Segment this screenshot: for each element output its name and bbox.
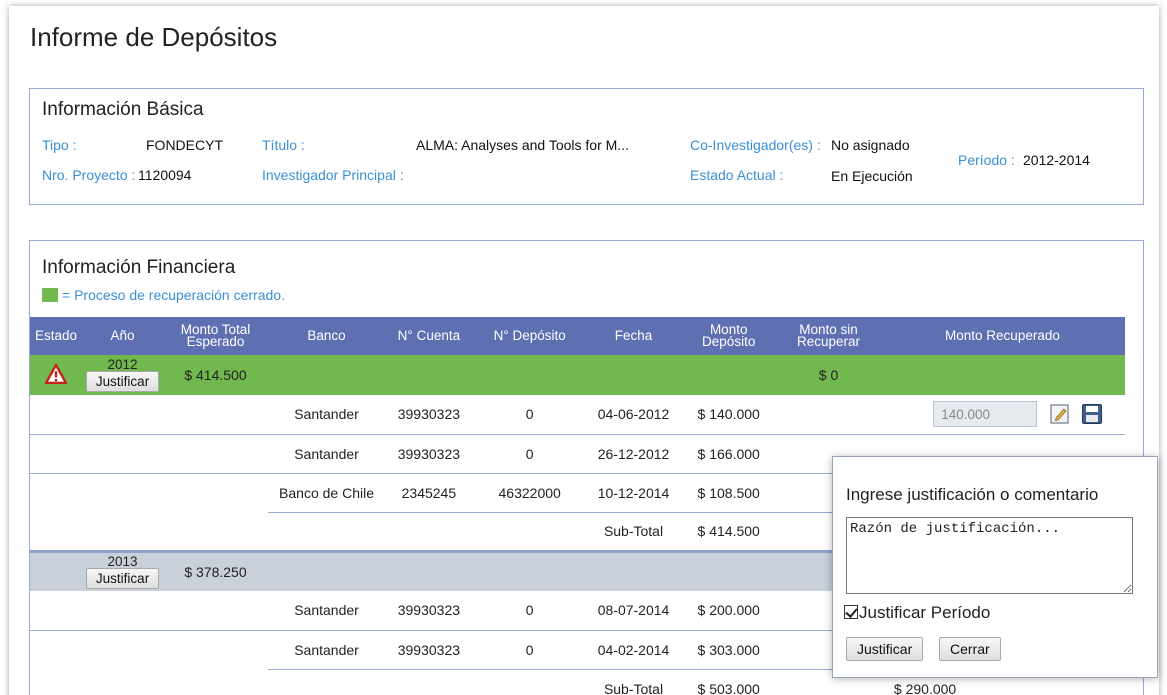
- recovered-cell: [879, 395, 1125, 435]
- justify-period-row[interactable]: Justificar Período: [844, 603, 990, 623]
- warning-icon: [44, 363, 67, 384]
- page-title: Informe de Depósitos: [30, 22, 278, 52]
- popup-justify-button[interactable]: Justificar: [846, 637, 924, 661]
- col-cuenta: N° Cuenta: [385, 317, 473, 355]
- coinvestigador-label: Co-Investigador(es) :: [690, 137, 821, 153]
- year-cell: 2013 Justificar: [81, 549, 164, 591]
- fecha-cell: 04-02-2014: [586, 630, 681, 670]
- edit-icon[interactable]: [1049, 403, 1071, 425]
- col-fecha: Fecha: [586, 317, 681, 355]
- justify-button-2012[interactable]: Justificar: [85, 371, 160, 392]
- cuenta-cell: 39930323: [385, 591, 473, 631]
- recovered-amount-input[interactable]: [933, 401, 1038, 428]
- periodo-label: Período :: [958, 152, 1015, 168]
- fecha-cell: 26-12-2012: [586, 434, 681, 474]
- cuenta-cell: 39930323: [385, 434, 473, 474]
- tipo-label: Tipo :: [42, 137, 77, 153]
- popup-title: Ingrese justificación o comentario: [846, 485, 1099, 504]
- legend-swatch: [42, 288, 58, 302]
- monto-cell: $ 200.000: [680, 591, 778, 631]
- col-monto-total-esperado: Monto Total Esperado: [163, 317, 268, 355]
- legend-text: = Proceso de recuperación cerrado.: [62, 287, 285, 303]
- fecha-cell: 04-06-2012: [586, 395, 681, 435]
- tipo-value: FONDECYT: [146, 137, 223, 153]
- justify-button-2013[interactable]: Justificar: [85, 567, 160, 589]
- banco-cell: Santander: [267, 434, 386, 474]
- nro-proyecto-label: Nro. Proyecto :: [42, 167, 136, 183]
- justify-period-checkbox[interactable]: [844, 605, 858, 619]
- monto-cell: $ 140.000: [680, 395, 778, 435]
- year-row-2012: 2012 Justificar $ 414.500 $ 0: [30, 355, 1125, 395]
- deposito-cell: 0: [472, 395, 587, 435]
- col-estado: Estado: [30, 317, 82, 355]
- subtotal-label: Sub-Total: [586, 512, 681, 551]
- table-row: Santander 39930323 0 04-06-2012 $ 140.00…: [30, 395, 1125, 435]
- estado-actual-value: En Ejecución: [831, 168, 913, 184]
- expected-amount: $ 414.500: [163, 355, 268, 395]
- titulo-value: ALMA: Analyses and Tools for M...: [416, 137, 629, 153]
- banco-cell: Santander: [267, 395, 386, 435]
- year-cell: 2012 Justificar: [81, 355, 164, 395]
- col-deposito: N° Depósito: [472, 317, 587, 355]
- financial-info-title: Información Financiera: [42, 257, 236, 278]
- col-banco: Banco: [267, 317, 386, 355]
- cuenta-cell: 39930323: [385, 395, 473, 435]
- subtotal-amount: $ 503.000: [680, 669, 778, 695]
- popup-close-button[interactable]: Cerrar: [939, 637, 1001, 661]
- legend: = Proceso de recuperación cerrado.: [42, 287, 285, 303]
- fecha-cell: 10-12-2014: [586, 473, 681, 513]
- deposito-cell: 0: [472, 630, 587, 670]
- deposito-cell: 46322000: [472, 473, 587, 513]
- expected-amount: $ 378.250: [163, 549, 268, 591]
- coinvestigador-value: No asignado: [831, 137, 910, 153]
- deposito-cell: 0: [472, 434, 587, 474]
- monto-cell: $ 108.500: [680, 473, 778, 513]
- col-monto-recuperado: Monto Recuperado: [879, 317, 1125, 355]
- justification-textarea[interactable]: [846, 517, 1133, 594]
- estado-actual-label: Estado Actual :: [690, 167, 784, 183]
- subtotal-amount: $ 414.500: [680, 512, 778, 551]
- col-monto-deposito: Monto Depósito: [680, 317, 778, 355]
- justify-period-label: Justificar Período: [859, 603, 991, 622]
- table-header: Estado Año Monto Total Esperado Banco N°…: [30, 317, 1125, 355]
- unrecovered-amount: $ 0: [777, 355, 880, 395]
- save-icon[interactable]: [1081, 403, 1103, 425]
- nro-proyecto-value: 1120094: [138, 167, 192, 183]
- banco-cell: Santander: [267, 591, 386, 631]
- status-cell: [30, 355, 82, 395]
- cuenta-cell: 39930323: [385, 630, 473, 670]
- subtotal-label: Sub-Total: [586, 669, 681, 695]
- col-monto-sin-recuperar: Monto sin Recuperar: [777, 317, 880, 355]
- fecha-cell: 08-07-2014: [586, 591, 681, 631]
- monto-cell: $ 166.000: [680, 434, 778, 474]
- basic-info-panel: Información Básica Tipo : FONDECYT Títul…: [29, 88, 1144, 205]
- justification-popup: Ingrese justificación o comentario Justi…: [832, 456, 1158, 678]
- titulo-label: Título :: [262, 137, 305, 153]
- year-label: 2013: [107, 553, 138, 569]
- year-label: 2012: [107, 357, 138, 372]
- banco-cell: Banco de Chile: [267, 473, 386, 513]
- deposito-cell: 0: [472, 591, 587, 631]
- col-anio: Año: [81, 317, 164, 355]
- basic-info-title: Información Básica: [42, 99, 204, 120]
- periodo-value: 2012-2014: [1023, 152, 1090, 168]
- investigador-principal-label: Investigador Principal :: [262, 167, 404, 183]
- banco-cell: Santander: [267, 630, 386, 670]
- cuenta-cell: 2345245: [385, 473, 473, 513]
- monto-cell: $ 303.000: [680, 630, 778, 670]
